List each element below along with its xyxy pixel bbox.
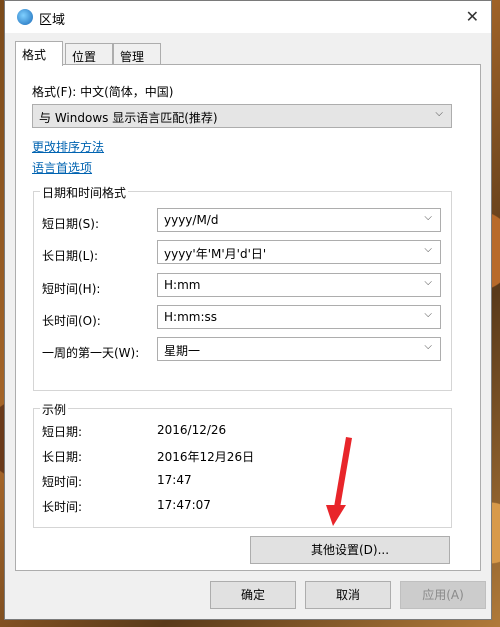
annotation-arrow-shaft (334, 437, 352, 508)
tab-format[interactable]: 格式 (15, 41, 63, 66)
annotation-arrow-head (326, 505, 346, 526)
annotation-arrow (326, 437, 352, 526)
